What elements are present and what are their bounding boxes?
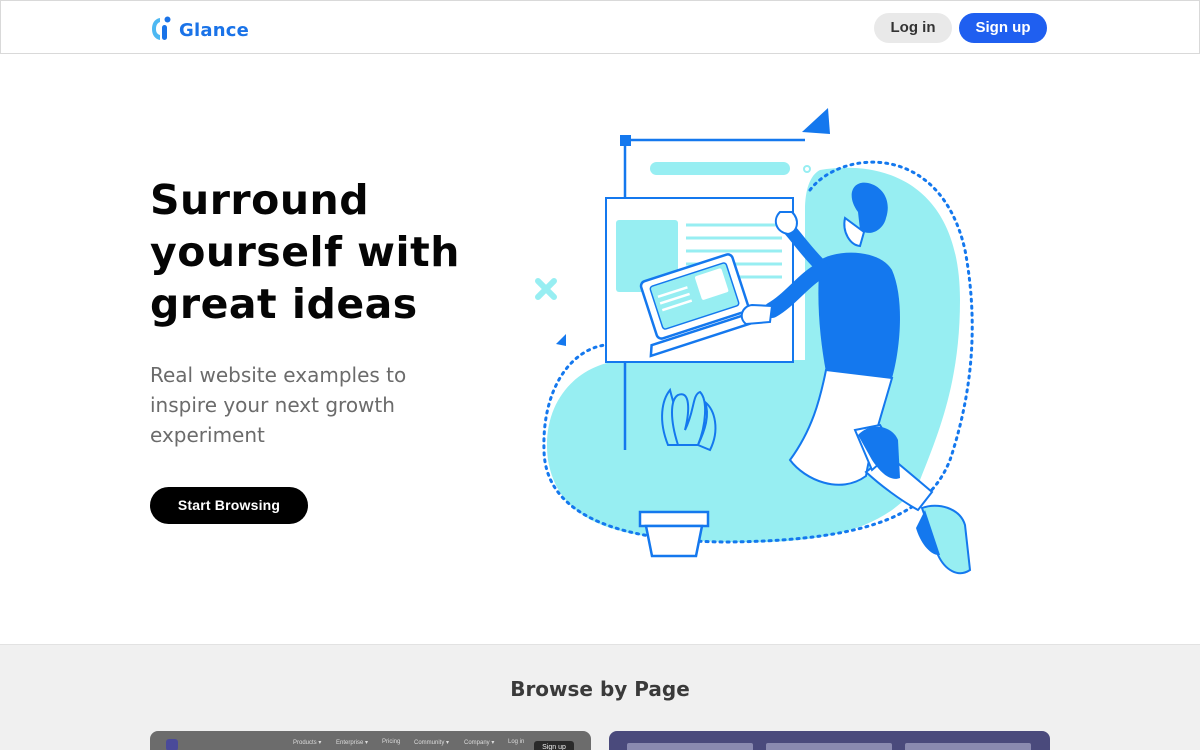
hero-subtitle: Real website examples to inspire your ne… [150,363,407,447]
browse-section-title: Browse by Page [510,677,690,701]
mini-nav-item: Pricing [382,739,401,745]
mini-nav-item: Enterprise ▾ [336,740,369,746]
mini-signup-button: Sign up [534,741,574,750]
mini-tab [627,743,753,750]
login-button[interactable]: Log in [874,13,952,43]
mini-nav-item: Log in [508,739,525,745]
browse-section: Browse by Page Products ▾ Enterprise ▾ P… [0,644,1200,750]
page-card-preview[interactable] [609,731,1050,750]
mini-nav-item: Community ▾ [414,740,450,746]
mini-tab [766,743,892,750]
person-torso [818,252,900,378]
signup-button[interactable]: Sign up [959,13,1047,43]
top-navbar: Glance Log in Sign up [0,0,1200,54]
hero-title: Surround yourself with great ideas [150,176,460,328]
logo[interactable]: Glance [151,15,249,46]
page-card-preview[interactable]: Products ▾ Enterprise ▾ Pricing Communit… [150,731,591,750]
mini-nav-item: Products ▾ [293,740,322,746]
start-browsing-button[interactable]: Start Browsing [150,487,308,524]
mini-nav-item: Company ▾ [464,740,495,746]
logo-text: Glance [179,20,249,41]
glance-logo-icon [151,15,173,46]
mini-tab [905,743,1031,750]
page: Glance Log in Sign up Surround yourself … [0,0,1200,750]
hero-illustration [520,100,990,590]
mini-logo-icon [166,739,178,750]
